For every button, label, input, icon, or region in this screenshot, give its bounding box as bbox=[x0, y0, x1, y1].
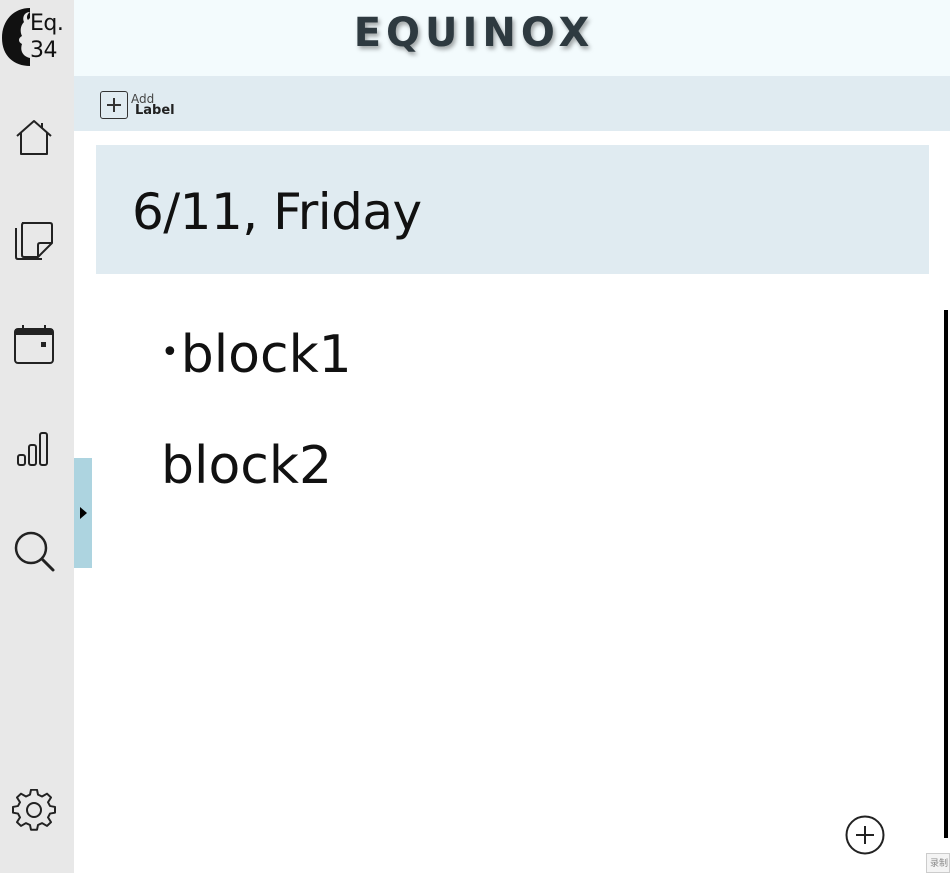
gear-icon[interactable] bbox=[12, 789, 56, 833]
app-header: EQUINOX bbox=[74, 0, 950, 76]
content-block[interactable]: block2 bbox=[161, 436, 332, 496]
logo-line-1: Eq. bbox=[30, 11, 64, 36]
logo-line-2: 34 bbox=[30, 38, 58, 63]
corner-widget[interactable]: 录制 bbox=[926, 853, 950, 873]
add-block-button[interactable] bbox=[845, 815, 885, 855]
add-label-button[interactable]: Add Label bbox=[100, 91, 175, 119]
search-icon[interactable] bbox=[12, 529, 56, 573]
plus-box-icon bbox=[100, 91, 128, 119]
add-label-text: Add Label bbox=[131, 93, 175, 117]
app-logo[interactable]: Eq. 34 bbox=[0, 4, 70, 68]
bullet-marker: • bbox=[161, 334, 179, 370]
add-label-big-text: Label bbox=[135, 103, 175, 118]
plus-circle-icon bbox=[845, 815, 885, 855]
logo-text: Eq. 34 bbox=[30, 10, 64, 64]
label-bar: Add Label bbox=[74, 76, 950, 131]
bar-chart-icon[interactable] bbox=[12, 427, 56, 471]
content-block[interactable]: •block1 bbox=[161, 325, 352, 385]
date-header: 6/11, Friday bbox=[96, 145, 929, 274]
sidebar-toggle-handle[interactable] bbox=[74, 458, 92, 568]
block-text: block1 bbox=[180, 325, 352, 385]
sticky-note-icon[interactable] bbox=[12, 219, 56, 263]
sidebar: Eq. 34 bbox=[0, 0, 74, 873]
home-icon[interactable] bbox=[12, 115, 56, 159]
app-title: EQUINOX bbox=[353, 10, 595, 56]
date-heading: 6/11, Friday bbox=[132, 183, 422, 241]
block-text: block2 bbox=[161, 436, 333, 496]
calendar-icon[interactable] bbox=[12, 323, 56, 367]
scrollbar[interactable] bbox=[944, 310, 948, 838]
